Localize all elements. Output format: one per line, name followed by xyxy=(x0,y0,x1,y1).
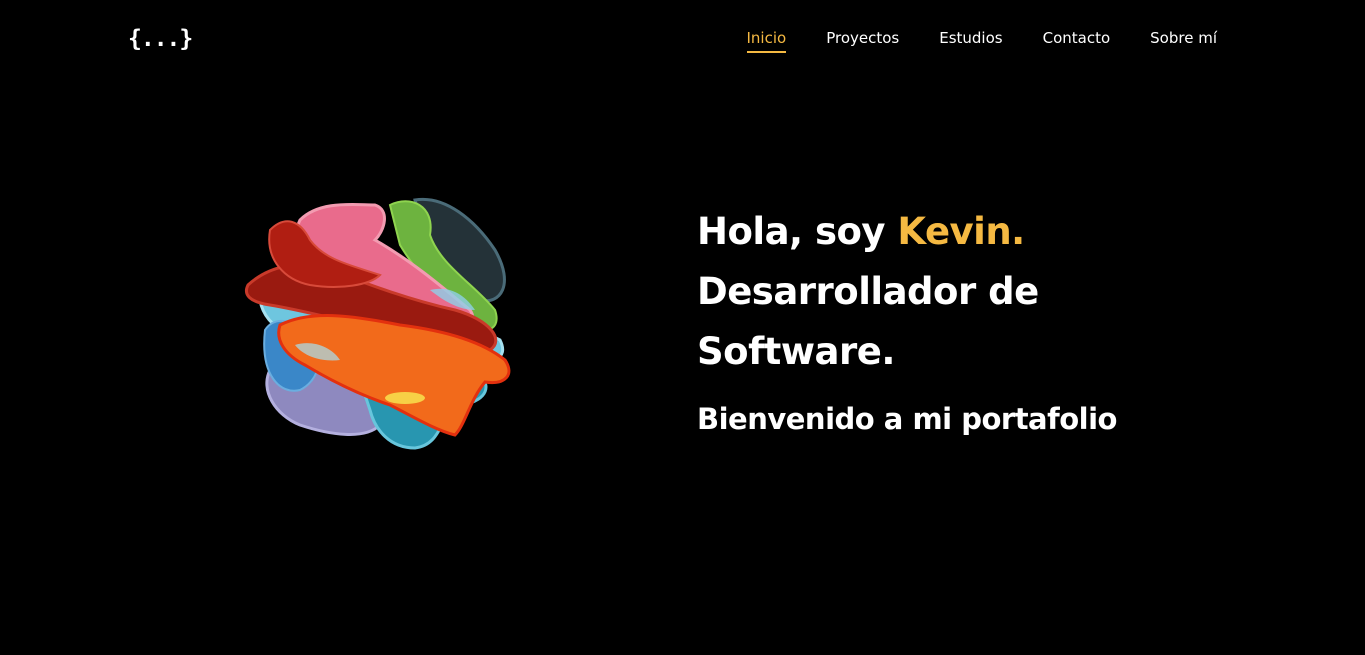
nav-item-sobre-mi[interactable]: Sobre mí xyxy=(1150,29,1217,53)
abstract-color-sphere-icon xyxy=(240,190,520,460)
role-line-1: Desarrollador de xyxy=(697,270,1039,313)
nav-item-proyectos[interactable]: Proyectos xyxy=(826,29,899,53)
logo[interactable]: {...} xyxy=(128,26,193,52)
page: {...} Inicio Proyectos Estudios Contacto… xyxy=(0,0,1365,655)
welcome-text: Bienvenido a mi portafolio xyxy=(697,402,1117,436)
hero-headline: Hola, soy Kevin. Desarrollador de Softwa… xyxy=(697,202,1217,382)
nav-item-estudios[interactable]: Estudios xyxy=(939,29,1002,53)
nav-item-inicio[interactable]: Inicio xyxy=(746,29,787,53)
hero-text: Hola, soy Kevin. Desarrollador de Softwa… xyxy=(697,202,1217,436)
main-nav: Inicio Proyectos Estudios Contacto Sobre… xyxy=(707,29,1217,53)
role-line-2: Software. xyxy=(697,330,895,373)
greeting-text: Hola, soy xyxy=(697,210,898,253)
nav-item-contacto[interactable]: Contacto xyxy=(1043,29,1111,53)
name-text: Kevin. xyxy=(897,210,1025,253)
